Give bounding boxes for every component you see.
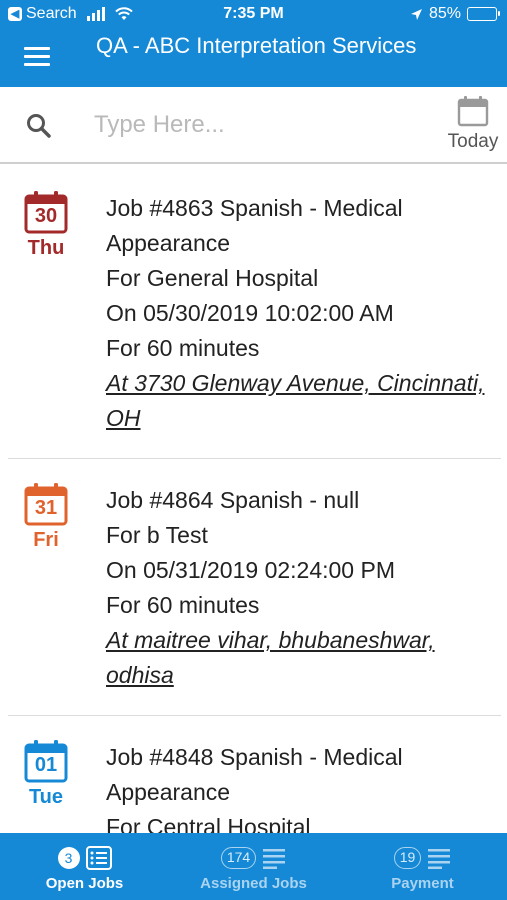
job-facility: For General Hospital (106, 265, 319, 291)
tab-open-jobs[interactable]: 3 Open Jobs (0, 833, 169, 900)
list-icon (263, 849, 286, 869)
job-list-item[interactable]: 30 Thu Job #4863 Spanish - Medical Appea… (8, 165, 501, 459)
list-icon (85, 846, 112, 870)
count-badge: 3 (57, 847, 80, 869)
weekday-label: Fri (33, 529, 59, 551)
job-facility: For b Test (106, 522, 208, 548)
tab-label: Assigned Jobs (200, 875, 307, 892)
list-icon (428, 849, 451, 869)
calendar-day-number: 31 (34, 497, 58, 519)
count-badge: 174 (220, 847, 257, 869)
calendar-day-number: 01 (34, 754, 58, 776)
battery-percent: 85% (428, 5, 461, 22)
job-address-link[interactable]: At maitree vihar, bhubaneshwar, odhisa (106, 623, 491, 693)
page-title: QA - ABC Interpretation Services (96, 33, 417, 58)
date-badge: 30 Thu (22, 190, 70, 260)
hamburger-menu-icon[interactable] (24, 47, 50, 67)
tab-label: Payment (391, 875, 454, 892)
today-button[interactable]: Today (445, 95, 501, 159)
weekday-label: Tue (28, 786, 64, 808)
job-duration: For 60 minutes (106, 592, 260, 618)
job-list[interactable]: 30 Thu Job #4863 Spanish - Medical Appea… (0, 165, 507, 833)
weekday-label: Thu (27, 237, 65, 259)
job-datetime: On 05/31/2019 02:24:00 PM (106, 557, 395, 583)
search-input[interactable] (94, 105, 424, 145)
job-list-item[interactable]: 31 Fri Job #4864 Spanish - null For b Te… (8, 459, 501, 716)
job-title: Job #4848 Spanish - Medical Appearance (106, 744, 403, 805)
job-list-item[interactable]: 01 Tue Job #4848 Spanish - Medical Appea… (8, 716, 501, 833)
job-address-link[interactable]: At 3730 Glenway Avenue, Cincinnati, OH (106, 366, 491, 436)
tab-payment[interactable]: 19 Payment (338, 833, 507, 900)
job-details: Job #4864 Spanish - null For b Test On 0… (106, 483, 491, 693)
count-badge: 19 (393, 847, 422, 869)
status-bar: ◀ Search 7:35 PM 85% (0, 0, 507, 30)
search-bar: Today (0, 87, 507, 164)
job-details: Job #4863 Spanish - Medical Appearance F… (106, 191, 491, 436)
job-facility: For Central Hospital (106, 814, 311, 833)
job-duration: For 60 minutes (106, 335, 260, 361)
job-title: Job #4864 Spanish - null (106, 487, 360, 513)
job-details: Job #4848 Spanish - Medical Appearance F… (106, 740, 491, 833)
tab-assigned-jobs[interactable]: 174 Assigned Jobs (169, 833, 338, 900)
calendar-date-icon: 31 (24, 482, 68, 526)
calendar-date-icon: 30 (24, 190, 68, 234)
battery-icon (467, 7, 500, 21)
job-title: Job #4863 Spanish - Medical Appearance (106, 195, 403, 256)
location-arrow-icon (410, 8, 422, 20)
status-right: 85% (410, 5, 500, 23)
date-badge: 31 Fri (22, 482, 70, 552)
tab-label: Open Jobs (45, 875, 124, 892)
bottom-tab-bar: 3 Open Jobs 174 Assigned Jobs 19 Payment (0, 833, 507, 900)
job-datetime: On 05/30/2019 10:02:00 AM (106, 300, 394, 326)
search-icon (27, 114, 51, 138)
app-header: QA - ABC Interpretation Services (0, 30, 507, 87)
calendar-icon (457, 96, 489, 127)
calendar-day-number: 30 (34, 205, 58, 227)
today-label: Today (447, 131, 499, 152)
calendar-date-icon: 01 (24, 739, 68, 783)
date-badge: 01 Tue (22, 739, 70, 809)
